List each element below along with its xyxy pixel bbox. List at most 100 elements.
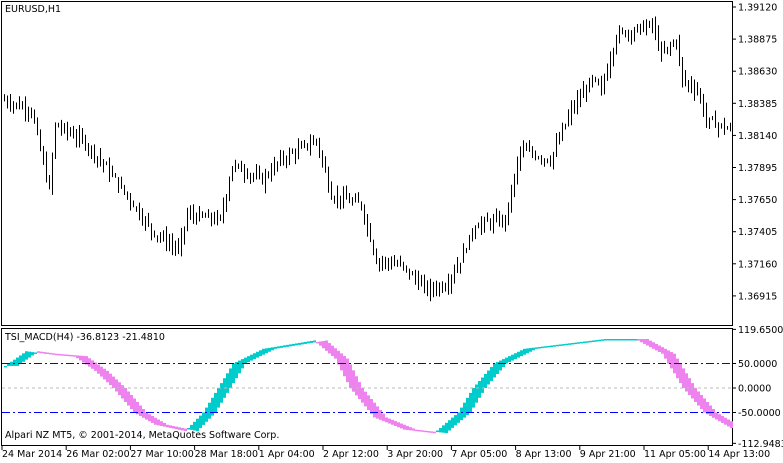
indicator-bar [700,395,703,409]
indicator-bar [571,342,574,345]
indicator-bar [409,427,412,431]
indicator-bar [667,350,670,364]
indicator-bar [262,348,265,355]
indicator-bar [322,340,325,349]
indicator-tick-label: 0.0000 [738,384,771,395]
indicator-bar [463,402,466,418]
indicator-bar [556,344,559,347]
indicator-bar [226,373,229,393]
indicator-bar [430,431,433,433]
indicator-bar [580,341,583,344]
indicator-bar [658,345,661,353]
indicator-bar [589,340,592,343]
indicator-bar [124,388,127,402]
indicator-bar [331,345,334,357]
indicator-bar [523,348,526,355]
indicator-bar [484,374,487,388]
time-tick-label: 28 Mar 18:00 [195,449,258,460]
indicator-bar [616,339,619,341]
indicator-bar [607,339,610,341]
indicator-bar [625,339,628,341]
indicator-bar [619,339,622,341]
indicator-bar [664,348,667,359]
price-tick-label: 1.36915 [738,291,777,302]
indicator-bar [145,412,148,420]
indicator-bar [412,428,415,431]
indicator-bar [166,424,169,428]
indicator-bar [160,421,163,427]
indicator-bar [649,340,652,348]
indicator-bar [361,388,364,403]
indicator-bar [31,352,34,356]
indicator-bar [205,407,208,422]
indicator-bar [64,354,67,356]
indicator-bar [217,388,220,408]
price-tick-label: 1.38630 [738,67,777,78]
chart-canvas[interactable]: 1.39120 1.38875 1.38630 1.38385 1.38140 1.378… [0,0,783,463]
indicator-bar [610,339,613,341]
indicator-bar [277,346,280,349]
indicator-bar [508,356,511,363]
indicator-bar [346,358,349,383]
indicator-bar [34,352,37,354]
indicator-bar [10,361,13,366]
indicator-bar [169,425,172,428]
indicator-bar [91,360,94,369]
price-tick-label: 1.37895 [738,163,777,174]
indicator-bar [46,352,49,354]
indicator-bar [436,430,439,433]
price-tick-label: 1.37650 [738,195,777,206]
indicator-axis: 119.650050.00000.0000-50.0000-112.9483 [732,325,783,450]
indicator-bar [358,382,361,400]
indicator-bar [256,351,259,358]
indicator-bar [79,355,82,361]
indicator-bar [133,398,136,413]
indicator-bar [220,383,223,403]
indicator-bar [148,414,151,422]
indicator-bar [661,347,664,354]
indicator-bar [670,352,673,369]
indicator-bar [715,412,718,420]
indicator-bar [214,392,217,413]
price-axis: 1.39120 1.38875 1.38630 1.38385 1.38140 1.378… [732,3,777,302]
indicator-bar [595,340,598,342]
indicator-bar [286,344,289,347]
indicator-bar [559,344,562,346]
indicator-bar [562,344,565,346]
indicator-bar [22,353,25,362]
indicator-bar [703,398,706,413]
indicator-bar [373,402,376,418]
indicator-bar [730,421,733,429]
indicator-bar [115,379,118,392]
indicator-bar [688,378,691,395]
indicator-bar [370,399,373,414]
price-tick-label: 1.37160 [738,259,777,270]
price-bars [4,16,731,302]
indicator-bar [379,410,382,420]
indicator-bar [253,353,256,360]
indicator-bar [271,347,274,351]
indicator-bar [439,427,442,433]
indicator-bar [727,419,730,427]
indicator-bar [400,423,403,429]
indicator-bar [391,419,394,425]
time-tick-label: 11 Apr 05:00 [644,449,706,460]
indicator-bar [367,395,370,411]
indicator-bar [28,351,31,358]
indicator-bar [697,391,700,406]
indicator-bar [481,377,484,393]
indicator-bar [460,407,463,421]
indicator-bar [250,354,253,361]
indicator-bar [451,417,454,428]
indicator-tick-label: -50.0000 [738,408,781,419]
indicator-bar [244,357,247,364]
price-tick-label: 1.38385 [738,99,777,110]
indicator-bar [514,353,517,360]
indicator-bar [640,339,643,343]
indicator-bar [334,348,337,359]
indicator-bar [553,345,556,347]
time-tick-label: 14 Apr 13:00 [708,449,770,460]
indicator-bar [691,383,694,399]
indicator-bar [643,339,646,344]
indicator-bar [622,339,625,341]
